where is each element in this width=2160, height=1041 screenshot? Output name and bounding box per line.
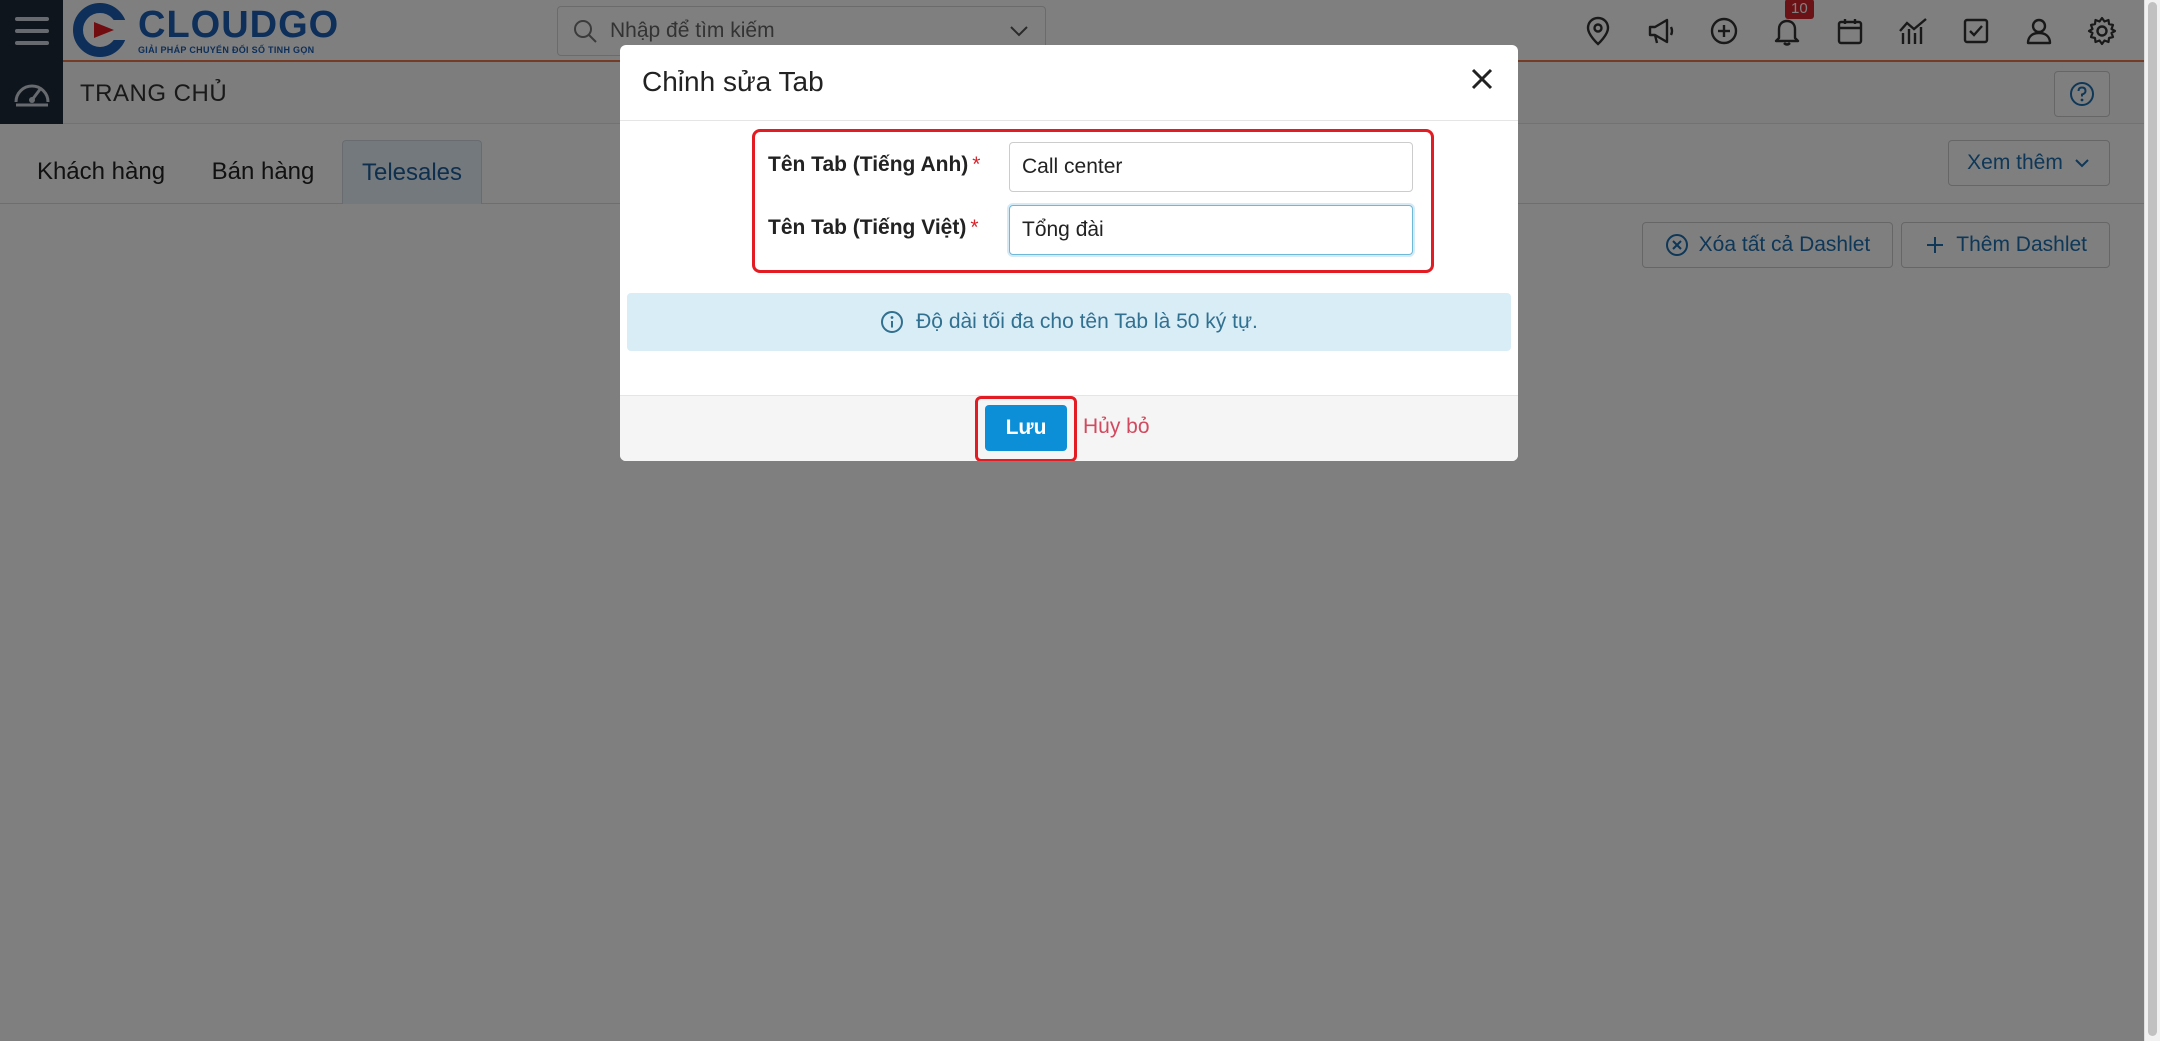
close-icon[interactable]	[1464, 61, 1500, 97]
save-button[interactable]: Lưu	[985, 405, 1067, 451]
edit-tab-dialog: Chỉnh sửa Tab Tên Tab (Tiếng Anh) * Call …	[620, 45, 1518, 461]
vietnamese-name-row: Tên Tab (Tiếng Việt) * Tổng đài	[755, 205, 1437, 255]
english-name-input[interactable]: Call center	[1009, 142, 1413, 192]
scrollbar-thumb[interactable]	[2148, 2, 2157, 1036]
vietnamese-name-label: Tên Tab (Tiếng Việt) *	[768, 216, 979, 239]
cancel-button[interactable]: Hủy bỏ	[1083, 415, 1150, 439]
english-name-row: Tên Tab (Tiếng Anh) * Call center	[755, 142, 1437, 192]
page-scrollbar[interactable]	[2144, 0, 2160, 1041]
dialog-title: Chỉnh sửa Tab	[642, 66, 824, 97]
vietnamese-name-input[interactable]: Tổng đài	[1009, 205, 1413, 255]
english-name-label: Tên Tab (Tiếng Anh) *	[768, 153, 981, 176]
required-mark: *	[970, 216, 979, 239]
required-mark: *	[972, 153, 981, 176]
dialog-header: Chỉnh sửa Tab	[620, 45, 1518, 121]
tab-name-form: Tên Tab (Tiếng Anh) * Call center Tên Tab…	[752, 129, 1434, 273]
info-alert: Độ dài tối đa cho tên Tab là 50 ký tự.	[627, 293, 1511, 351]
info-text: Độ dài tối đa cho tên Tab là 50 ký tự.	[916, 310, 1258, 333]
info-icon	[881, 311, 904, 333]
